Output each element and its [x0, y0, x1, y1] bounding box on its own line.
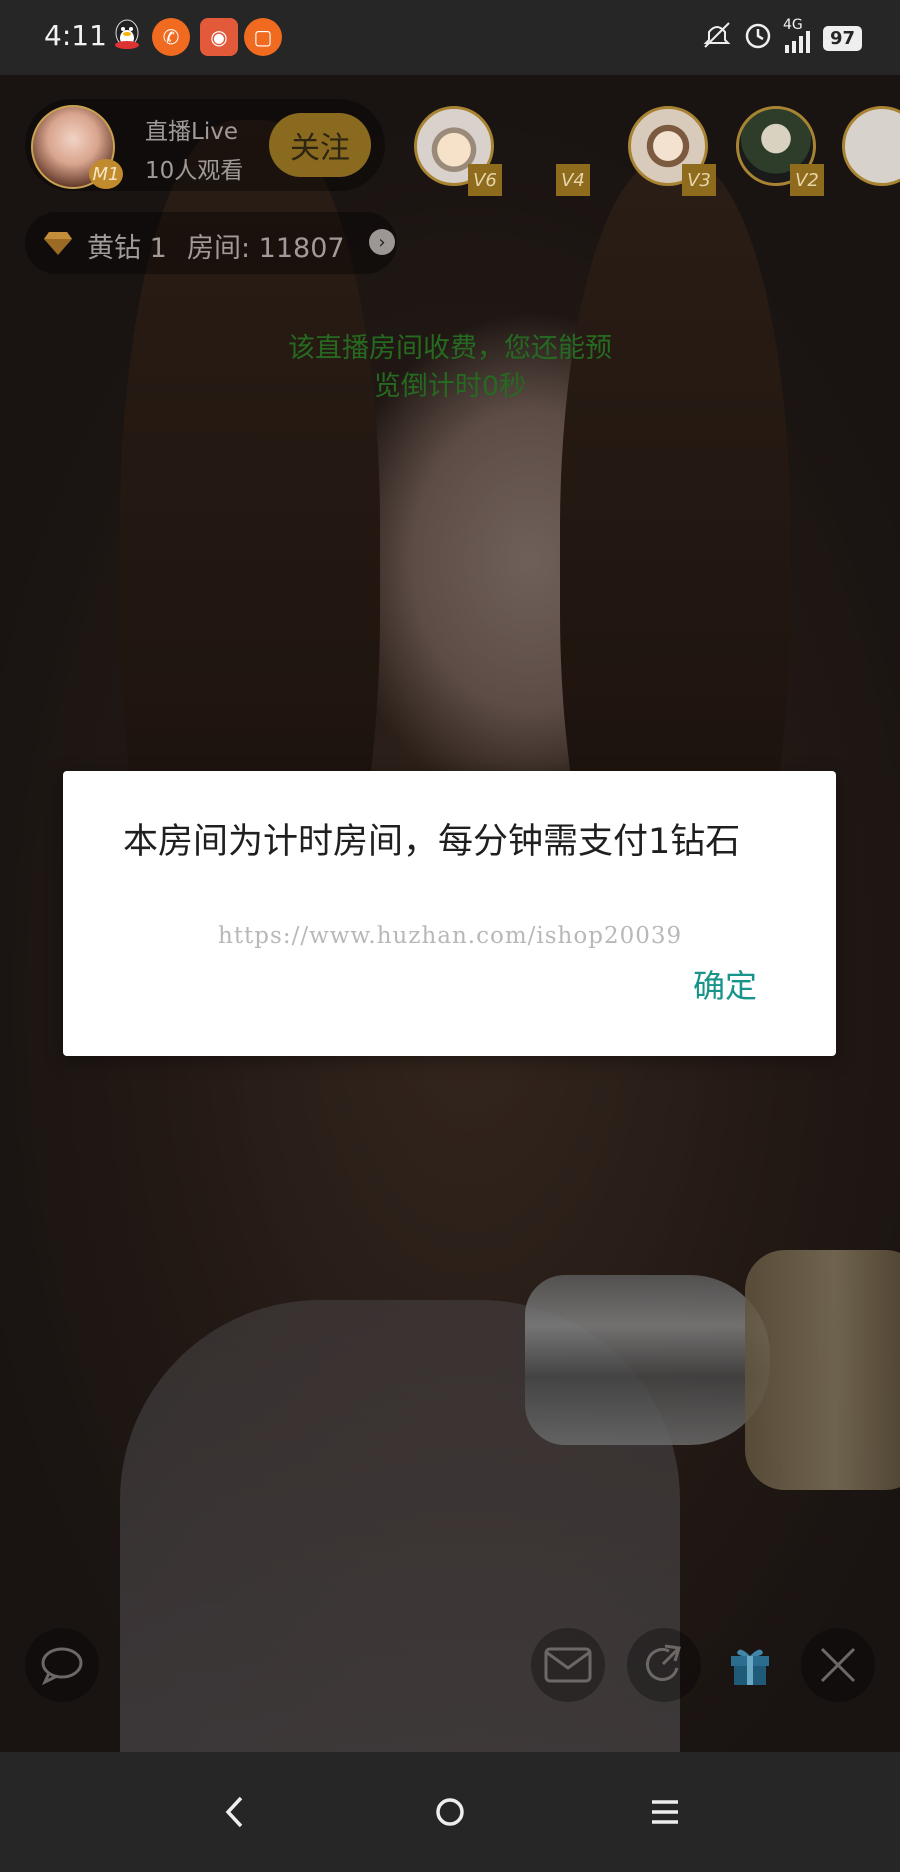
gift-icon[interactable]: [713, 1628, 787, 1702]
diamond-level: 黄钻 1: [87, 233, 167, 264]
notice-line-2: 览倒计时0秒: [373, 371, 527, 402]
vip-badge: V4: [556, 164, 590, 196]
audience-avatar[interactable]: V4: [530, 106, 590, 196]
menu-icon[interactable]: [635, 1782, 695, 1842]
follow-button[interactable]: 关注: [269, 113, 371, 177]
qq-icon: [108, 18, 146, 56]
home-icon[interactable]: [420, 1782, 480, 1842]
vip-badge: V2: [790, 164, 824, 196]
dialog-message: 本房间为计时房间，每分钟需支付1钻石: [123, 822, 741, 862]
audience-avatar[interactable]: V6: [414, 106, 502, 196]
vip-badge: V6: [468, 164, 502, 196]
app-icon: ◉: [200, 18, 238, 56]
anchor-info[interactable]: M1 直播Live 10人观看 关注: [25, 99, 385, 191]
anchor-name: 直播Live: [145, 119, 238, 145]
share-icon[interactable]: [627, 1628, 701, 1702]
back-icon[interactable]: [205, 1782, 265, 1842]
signal-icon: 4G: [783, 17, 813, 53]
battery-icon: 97: [822, 25, 862, 51]
status-time: 4:11: [44, 19, 107, 52]
phone-icon: ✆: [152, 18, 190, 56]
notice-line-1: 该直播房间收费，您还能预: [288, 333, 612, 364]
mute-icon: [701, 20, 733, 56]
diamond-icon: [43, 230, 73, 263]
room-info[interactable]: 黄钻 1 房间: 11807 ›: [25, 212, 397, 274]
payment-dialog: 本房间为计时房间，每分钟需支付1钻石 https://www.huzhan.co…: [63, 771, 836, 1056]
anchor-level-badge: M1: [89, 159, 123, 189]
navigation-bar: [0, 1752, 900, 1872]
status-bar: 4:11 ✆ ◉ ▢ 4G 97: [0, 0, 900, 75]
screen-record-icon: ▢: [244, 18, 282, 56]
close-icon[interactable]: [801, 1628, 875, 1702]
message-icon[interactable]: [531, 1628, 605, 1702]
chat-icon[interactable]: [25, 1628, 99, 1702]
viewer-count: 10人观看: [145, 158, 244, 184]
room-number: 房间: 11807: [187, 233, 345, 264]
vip-badge: V3: [682, 164, 716, 196]
alarm-icon: [743, 20, 773, 56]
chevron-right-icon[interactable]: ›: [369, 229, 395, 255]
audience-avatar[interactable]: V2: [736, 106, 824, 196]
confirm-button[interactable]: 确定: [693, 961, 757, 1007]
audience-avatar[interactable]: V3: [628, 106, 716, 196]
preview-notice: 该直播房间收费，您还能预 览倒计时0秒: [240, 330, 660, 406]
audience-avatar[interactable]: [842, 106, 900, 186]
watermark-text: https://www.huzhan.com/ishop20039: [218, 923, 683, 949]
